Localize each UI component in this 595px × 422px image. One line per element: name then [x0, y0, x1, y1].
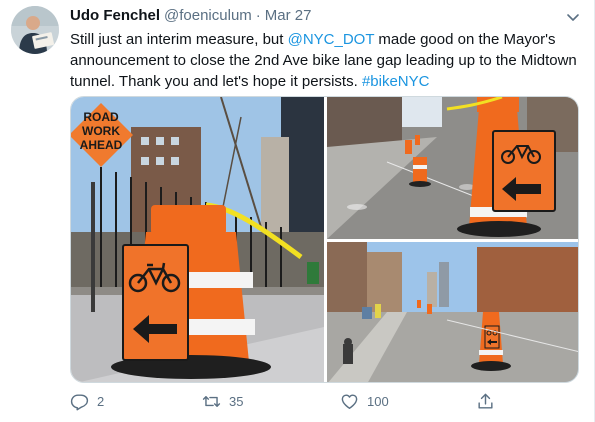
mention-link[interactable]: @NYC_DOT	[288, 31, 375, 48]
retweet-count: 35	[229, 394, 244, 409]
tweet-actions: 2 35 100	[70, 392, 510, 414]
sign-text-work: WORK	[82, 124, 120, 138]
avatar-image	[11, 6, 59, 54]
chevron-down-icon[interactable]	[566, 10, 580, 21]
sign-text-road: ROAD	[83, 110, 119, 124]
sign-text-ahead: AHEAD	[80, 138, 123, 152]
photo-cone-line[interactable]	[327, 97, 578, 239]
reply-icon	[70, 394, 89, 411]
author-handle[interactable]: @foeniculum	[164, 7, 252, 24]
tweet-text-part: Still just an interim measure, but	[70, 31, 288, 48]
photo-avenue-view[interactable]	[327, 242, 578, 382]
like-count: 100	[367, 394, 389, 409]
separator-dot: ·	[255, 7, 261, 24]
retweet-button[interactable]: 35	[202, 392, 243, 411]
like-button[interactable]: 100	[340, 392, 389, 411]
reply-count: 2	[97, 394, 105, 409]
photo-road-work-cone[interactable]: ROAD WORK AHEAD	[71, 97, 324, 382]
media-grid: ROAD WORK AHEAD	[70, 96, 579, 383]
share-button[interactable]	[476, 392, 495, 411]
heart-icon	[341, 394, 358, 409]
retweet-icon	[202, 396, 221, 407]
tweet-text: Still just an interim measure, but @NYC_…	[70, 29, 585, 92]
tweet-card[interactable]: Udo Fenchel @foeniculum · Mar 27 Still j…	[0, 0, 595, 422]
reply-button[interactable]: 2	[70, 392, 104, 411]
hashtag-link[interactable]: #bikeNYC	[362, 73, 430, 90]
share-icon	[478, 393, 493, 409]
tweet-header: Udo Fenchel @foeniculum · Mar 27	[70, 7, 564, 27]
author-name[interactable]: Udo Fenchel	[70, 7, 160, 24]
timestamp[interactable]: Mar 27	[265, 7, 312, 24]
avatar[interactable]	[11, 6, 59, 54]
